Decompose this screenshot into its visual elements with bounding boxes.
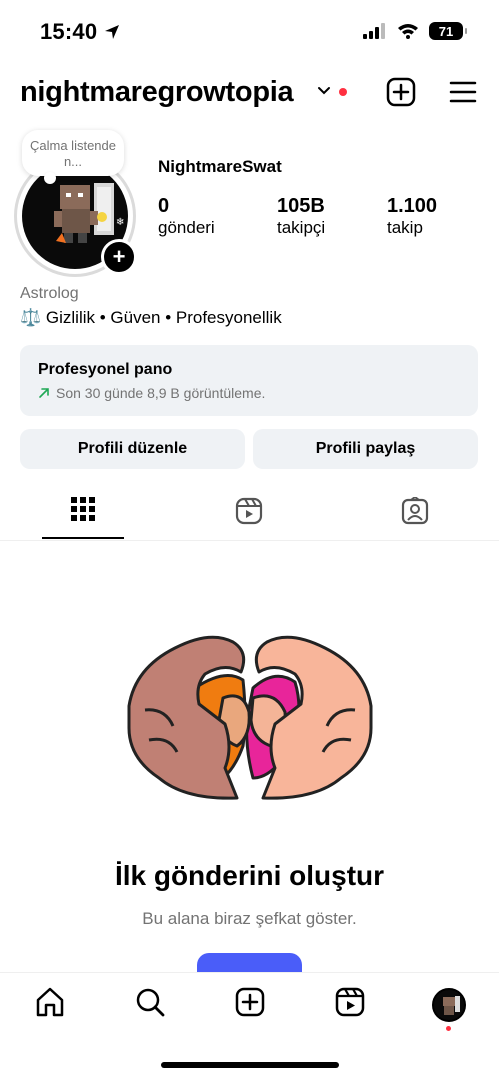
edit-profile-button[interactable]: Profili düzenle <box>20 429 245 469</box>
wifi-icon <box>398 24 418 39</box>
professional-dashboard-card[interactable]: Profesyonel pano Son 30 günde 8,9 B görü… <box>20 345 478 416</box>
home-icon[interactable] <box>34 986 66 1018</box>
chevron-down-icon[interactable] <box>317 86 331 96</box>
share-profile-button[interactable]: Profili paylaş <box>253 429 478 469</box>
avatar-character-icon <box>443 996 460 1015</box>
profile-category: Astrolog <box>20 285 79 302</box>
active-tab-indicator <box>42 537 124 539</box>
profile-avatar[interactable] <box>432 988 466 1022</box>
note-bubble[interactable]: Çalma listende n... <box>22 130 124 184</box>
stat-followers-label: takipçi <box>277 218 326 237</box>
status-time: 15:40 <box>40 19 98 44</box>
dashboard-subtitle-row: Son 30 günde 8,9 B görüntüleme. <box>38 385 460 401</box>
create-icon[interactable] <box>386 77 416 107</box>
status-indicators: 71 <box>363 22 467 40</box>
account-switcher[interactable]: nightmaregrowtopia <box>20 76 294 109</box>
bio-text: ⚖️ Gizlilik • Güven • Profesyonellik <box>20 308 282 327</box>
stat-following-value: 1.100 <box>387 195 438 217</box>
add-story-button[interactable]: + <box>101 239 137 275</box>
stat-posts[interactable]: 0 gönderi <box>158 195 215 238</box>
create-icon[interactable] <box>234 986 266 1018</box>
search-icon[interactable] <box>134 986 166 1018</box>
battery-indicator: 71 <box>429 22 467 40</box>
stat-posts-label: gönderi <box>158 218 215 237</box>
heart-hands-illustration <box>127 635 373 800</box>
reels-icon[interactable] <box>235 497 263 525</box>
tagged-icon[interactable] <box>401 497 429 525</box>
stat-following-label: takip <box>387 218 423 237</box>
stat-following[interactable]: 1.100 takip <box>387 195 437 238</box>
stat-followers-value: 105B <box>277 195 325 217</box>
tab-divider <box>0 540 499 541</box>
home-indicator <box>161 1062 339 1068</box>
notification-dot <box>339 88 347 96</box>
dashboard-subtitle: Son 30 günde 8,9 B görüntüleme. <box>56 385 266 401</box>
empty-state-subtitle: Bu alana biraz şefkat göster. <box>142 909 357 928</box>
display-name: NightmareSwat <box>158 157 282 176</box>
svg-text:❄: ❄ <box>116 217 124 228</box>
reels-icon[interactable] <box>334 986 366 1018</box>
profile-notification-dot <box>446 1026 451 1031</box>
stat-posts-value: 0 <box>158 195 170 217</box>
empty-state-title: İlk gönderini oluştur <box>114 860 385 891</box>
location-arrow-icon <box>105 25 119 39</box>
trend-up-icon <box>39 388 49 398</box>
stat-followers[interactable]: 105B takipçi <box>277 195 325 238</box>
menu-icon[interactable] <box>449 80 477 104</box>
dashboard-title: Profesyonel pano <box>38 361 173 378</box>
grid-icon[interactable] <box>71 497 95 521</box>
cellular-signal-icon <box>363 23 385 39</box>
